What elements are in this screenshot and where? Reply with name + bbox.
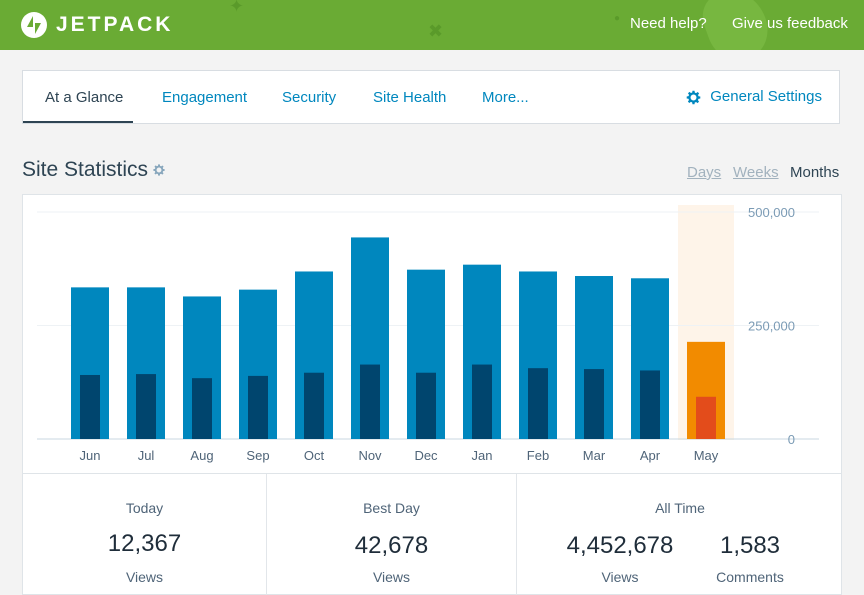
period-weeks[interactable]: Weeks <box>733 164 779 182</box>
jetpack-logo[interactable]: JETPACK <box>21 12 173 38</box>
summary-today-sub: Views <box>125 569 164 585</box>
tab-site-health[interactable]: Site Health <box>373 71 446 123</box>
visitors-bar-jan <box>472 364 492 439</box>
visitors-bar-sep <box>248 375 268 439</box>
y-tick-label: 0 <box>788 432 795 447</box>
y-tick-label: 250,000 <box>748 319 795 334</box>
summary-all-time: All Time 4,452,678 Views 1,583 Comments <box>517 474 843 595</box>
x-tick-label: Jul <box>138 448 155 463</box>
visitors-bar-apr <box>640 370 660 439</box>
x-tick-label: Oct <box>304 448 325 463</box>
visitors-bar-nov <box>360 364 380 439</box>
summary-today-label: Today <box>125 500 164 516</box>
summary-all-time-comments-sub: Comments <box>716 569 784 585</box>
monthly-views-bar-chart: Jun Jul Aug Sep Oct Nov Dec Jan Feb Mar Apr May 500,… <box>37 205 819 463</box>
tab-security[interactable]: Security <box>282 71 336 123</box>
page-title: Site Statistics <box>22 158 149 181</box>
visitors-bar-dec <box>416 372 436 439</box>
brand-name: JETPACK <box>56 13 174 36</box>
x-tick-label: Jan <box>472 448 493 463</box>
stats-summary: Today 12,367 Views Best Day 42,678 Views… <box>22 474 842 595</box>
period-days[interactable]: Days <box>687 164 721 182</box>
summary-today-value: 12,367 <box>107 530 182 557</box>
stats-settings-gear-icon[interactable] <box>152 163 166 177</box>
general-settings-label: General Settings <box>710 88 822 105</box>
star-decoration-icon: ✖ <box>428 21 444 41</box>
x-tick-label: Apr <box>640 448 661 463</box>
period-months[interactable]: Months <box>790 164 839 182</box>
gear-icon <box>686 90 701 104</box>
tab-more[interactable]: More... <box>482 71 529 123</box>
summary-today: Today 12,367 Views <box>23 474 267 595</box>
visitors-bar-feb <box>528 368 548 439</box>
summary-all-time-label: All Time <box>655 500 705 516</box>
visitors-bar-jul <box>136 374 156 439</box>
x-tick-label: Aug <box>190 448 213 463</box>
star-decoration-icon: ✦ <box>229 0 245 16</box>
visitors-bar-jun <box>80 374 100 439</box>
dot-decoration-icon: ● <box>614 13 621 24</box>
visitors-bar-oct <box>304 372 324 439</box>
active-tab-indicator <box>23 121 133 123</box>
tab-engagement[interactable]: Engagement <box>162 71 247 123</box>
x-tick-label: Mar <box>583 448 606 463</box>
x-tick-label: Dec <box>414 448 438 463</box>
tab-at-a-glance[interactable]: At a Glance <box>45 71 123 123</box>
y-tick-label: 500,000 <box>748 205 795 220</box>
section-nav: At a Glance Engagement Security Site Hea… <box>22 70 840 124</box>
need-help-link[interactable]: Need help? <box>630 15 707 33</box>
x-tick-label: Feb <box>527 448 549 463</box>
visitors-bar-may <box>696 396 716 439</box>
app-header: ✦ ✖ ● JETPACK Need help? Give us feedbac… <box>0 0 864 50</box>
visitors-bar-mar <box>584 369 604 439</box>
x-tick-label: Sep <box>246 448 269 463</box>
summary-all-time-comments-value: 1,583 <box>719 532 781 559</box>
jetpack-bolt-icon <box>21 12 47 38</box>
x-tick-label: May <box>694 448 719 463</box>
x-tick-label: Nov <box>358 448 382 463</box>
stats-chart-panel: Jun Jul Aug Sep Oct Nov Dec Jan Feb Mar Apr May 500,… <box>22 194 842 474</box>
general-settings-link[interactable]: General Settings <box>685 71 822 123</box>
x-tick-label: Jun <box>80 448 101 463</box>
summary-best-day-label: Best Day <box>363 500 420 516</box>
give-feedback-link[interactable]: Give us feedback <box>732 15 848 33</box>
visitors-bar-aug <box>192 378 212 439</box>
